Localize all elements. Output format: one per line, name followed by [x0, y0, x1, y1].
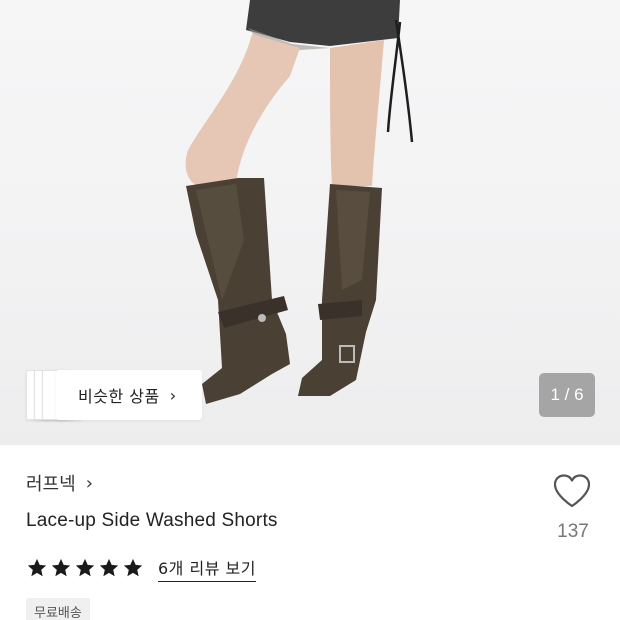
brand-name: 러프넥: [26, 474, 76, 495]
heart-outline-icon: [553, 474, 591, 508]
star-icon: [123, 558, 143, 577]
chevron-right-icon: ›: [85, 472, 93, 494]
product-title: Lace-up Side Washed Shorts: [26, 510, 278, 531]
star-icon: [27, 558, 47, 577]
reviews-link[interactable]: 6개 리뷰 보기: [158, 555, 256, 582]
similar-products-label[interactable]: 비슷한 상품 ›: [56, 370, 202, 420]
rating-stars: [26, 557, 146, 579]
rating-row: 6개 리뷰 보기: [26, 555, 256, 582]
similar-products-text: 비슷한 상품: [78, 387, 160, 406]
like-count: 137: [557, 521, 589, 542]
brand-link[interactable]: 러프넥 ›: [26, 470, 93, 496]
chevron-right-icon: ›: [169, 385, 177, 405]
star-icon: [75, 558, 95, 577]
like-button[interactable]: [552, 473, 592, 509]
free-shipping-badge: 무료배송: [26, 598, 90, 620]
star-icon: [51, 558, 71, 577]
image-pager: 1 / 6: [539, 373, 595, 417]
product-image-gallery[interactable]: 비슷한 상품 › 1 / 6: [0, 0, 620, 445]
star-icon: [99, 558, 119, 577]
similar-products-button[interactable]: 비슷한 상품 ›: [26, 370, 202, 420]
